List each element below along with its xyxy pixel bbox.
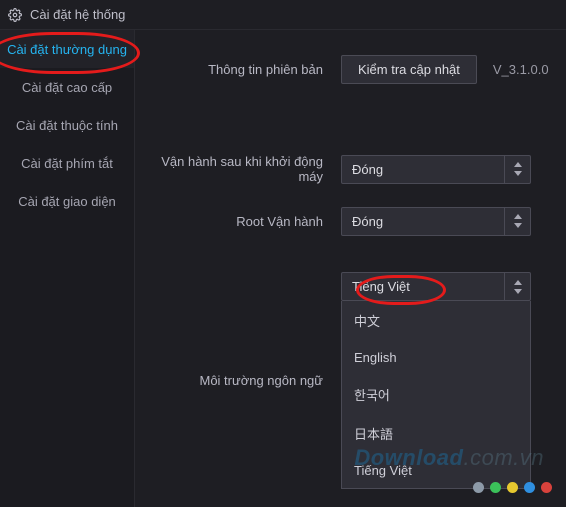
chevron-updown-icon[interactable] — [505, 272, 531, 301]
dot — [541, 482, 552, 493]
dot — [473, 482, 484, 493]
sidebar-item-label: Cài đặt phím tắt — [21, 156, 113, 171]
watermark: Download.com.vn — [354, 445, 544, 471]
sidebar-item-label: Cài đặt thường dụng — [7, 42, 127, 57]
sidebar-item-label: Cài đặt giao diện — [18, 194, 116, 209]
window-title: Cài đặt hệ thống — [30, 7, 125, 22]
version-row: Thông tin phiên bản Kiểm tra cập nhật V_… — [141, 52, 560, 86]
language-select[interactable]: Tiếng Việt — [341, 272, 531, 301]
language-option[interactable]: 中文 — [342, 301, 530, 340]
language-option[interactable]: 한국어 — [342, 375, 530, 414]
language-value: Tiếng Việt — [341, 272, 505, 301]
sidebar-item-shortcuts[interactable]: Cài đặt phím tắt — [0, 144, 134, 182]
titlebar: Cài đặt hệ thống — [0, 0, 566, 30]
chevron-updown-icon[interactable] — [505, 207, 531, 236]
content: Thông tin phiên bản Kiểm tra cập nhật V_… — [135, 30, 566, 507]
startup-row: Vận hành sau khi khởi động máy Đóng — [141, 152, 560, 186]
dot — [524, 482, 535, 493]
version-label: Thông tin phiên bản — [141, 62, 341, 77]
chevron-updown-icon[interactable] — [505, 155, 531, 184]
watermark-text: Download — [354, 445, 463, 470]
sidebar-item-advanced[interactable]: Cài đặt cao cấp — [0, 68, 134, 106]
color-dots — [473, 482, 552, 493]
startup-value: Đóng — [341, 155, 505, 184]
gear-icon — [8, 8, 22, 22]
language-label: Môi trường ngôn ngữ — [141, 373, 341, 388]
sidebar-item-common[interactable]: Cài đặt thường dụng — [0, 30, 134, 68]
sidebar: Cài đặt thường dụng Cài đặt cao cấp Cài … — [0, 30, 135, 507]
startup-label: Vận hành sau khi khởi động máy — [141, 154, 341, 184]
dot — [507, 482, 518, 493]
startup-select[interactable]: Đóng — [341, 155, 531, 184]
sidebar-item-label: Cài đặt thuộc tính — [16, 118, 118, 133]
root-label: Root Vận hành — [141, 214, 341, 229]
root-select[interactable]: Đóng — [341, 207, 531, 236]
root-value: Đóng — [341, 207, 505, 236]
version-value: V_3.1.0.0 — [493, 62, 549, 77]
root-row: Root Vận hành Đóng — [141, 204, 560, 238]
watermark-text: .com.vn — [463, 445, 544, 470]
dot — [490, 482, 501, 493]
sidebar-item-properties[interactable]: Cài đặt thuộc tính — [0, 106, 134, 144]
sidebar-item-label: Cài đặt cao cấp — [22, 80, 112, 95]
sidebar-item-interface[interactable]: Cài đặt giao diện — [0, 182, 134, 220]
language-option[interactable]: English — [342, 340, 530, 375]
check-update-button[interactable]: Kiểm tra cập nhật — [341, 55, 477, 84]
